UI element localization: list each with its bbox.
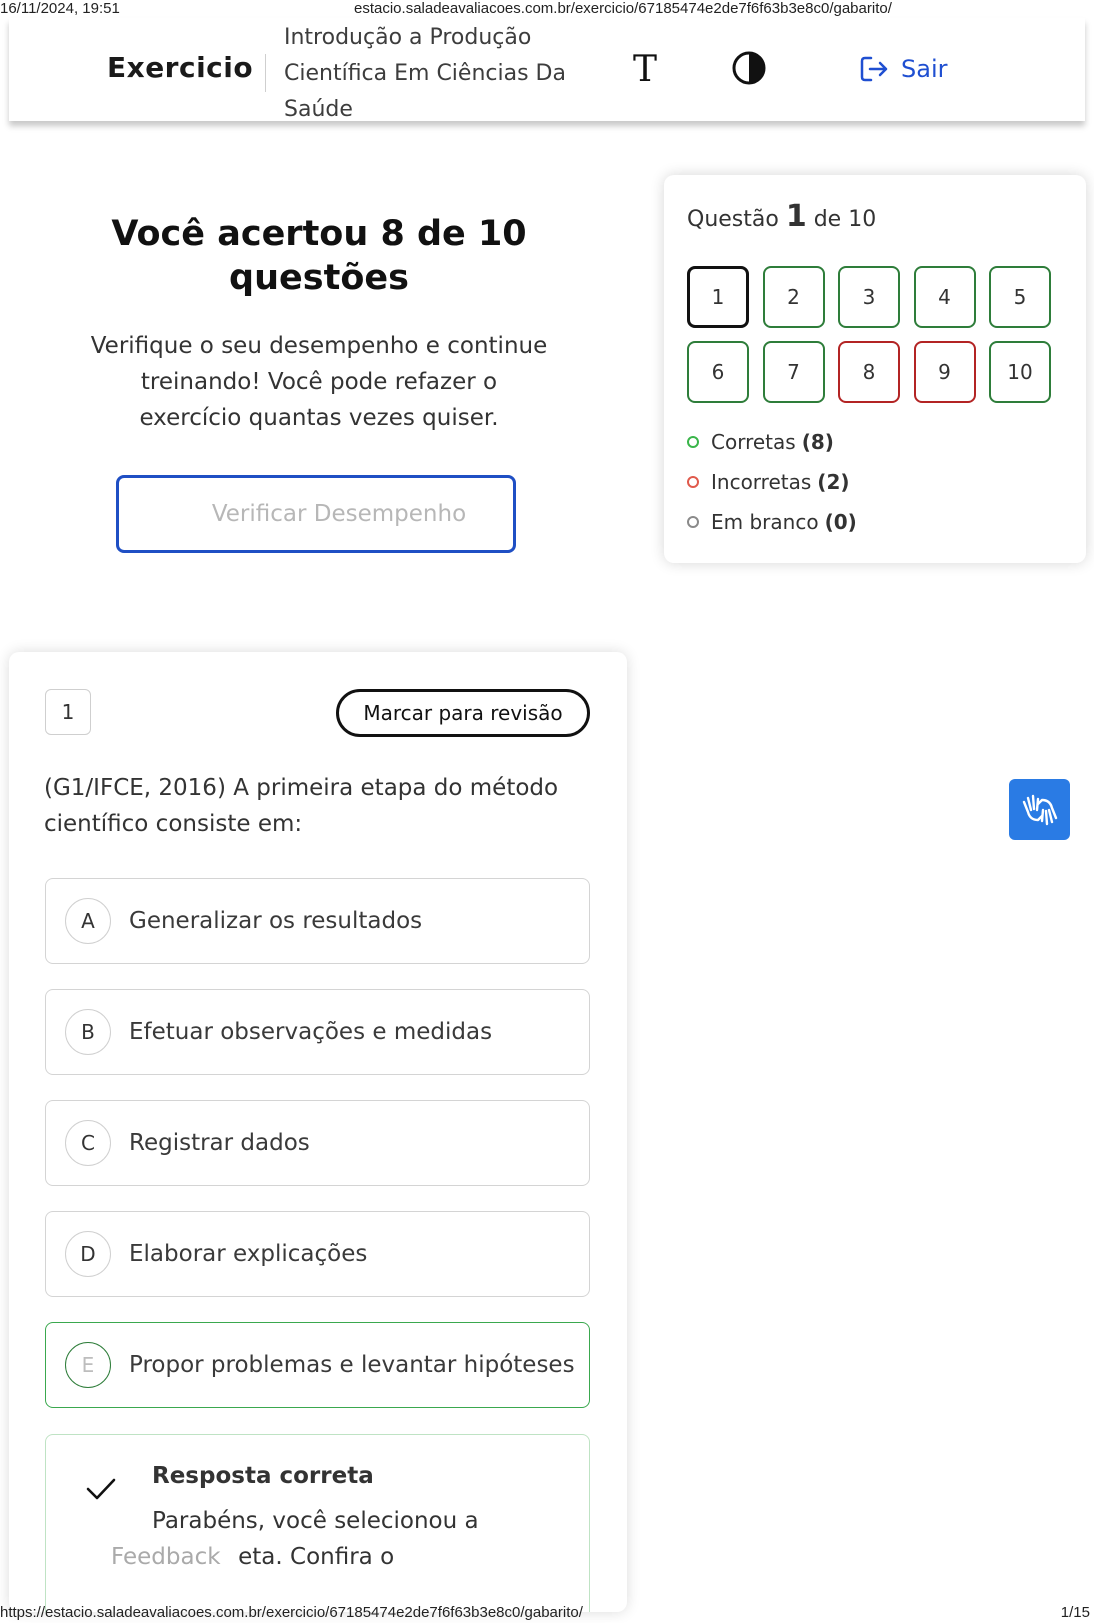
question-nav-button[interactable]: 7 xyxy=(762,341,825,403)
answer-option-c[interactable]: C Registrar dados xyxy=(45,1100,590,1186)
option-text: Registrar dados xyxy=(129,1130,310,1156)
answer-option-b[interactable]: B Efetuar observações e medidas xyxy=(45,989,590,1075)
navigator-prefix: Questão xyxy=(687,207,779,232)
print-page-number: 1/15 xyxy=(1060,1604,1090,1621)
question-nav-button[interactable]: 2 xyxy=(762,266,825,328)
option-text: Elaborar explicações xyxy=(129,1241,368,1267)
feedback-tab-label: Feedback xyxy=(111,1544,221,1570)
logout-label: Sair xyxy=(901,55,948,83)
option-text: Propor problemas e levantar hipóteses xyxy=(129,1352,575,1378)
legend-dot-icon xyxy=(687,476,699,488)
option-text: Efetuar observações e medidas xyxy=(129,1019,493,1045)
question-text: (G1/IFCE, 2016) A primeira etapa do méto… xyxy=(44,775,559,837)
mark-for-review-button[interactable]: Marcar para revisão xyxy=(336,689,590,737)
question-navigator: Questão 1 de 10 1 2 3 4 5 6 7 8 9 10 Corretas (8) I… xyxy=(664,175,1086,563)
navigator-suffix: de 10 xyxy=(813,207,877,232)
option-letter: D xyxy=(65,1231,111,1277)
option-letter: C xyxy=(65,1120,111,1166)
print-datetime: 16/11/2024, 19:51 xyxy=(0,0,120,17)
option-letter: B xyxy=(65,1009,111,1055)
answer-option-d[interactable]: D Elaborar explicações xyxy=(45,1211,590,1297)
option-letter: E xyxy=(65,1342,111,1388)
brand-title: Exercicio xyxy=(107,51,254,84)
navigator-title: Questão 1 de 10 xyxy=(687,199,876,234)
legend-item: Incorretas (2) xyxy=(687,470,850,494)
legend-label: Em branco xyxy=(711,510,819,534)
question-card: 1 Marcar para revisão (G1/IFCE, 2016) A … xyxy=(9,652,627,1612)
legend-item: Corretas (8) xyxy=(687,430,834,454)
result-title: Você acertou 8 de 10 questões xyxy=(111,214,527,298)
logout-button[interactable]: Sair xyxy=(859,54,947,84)
sign-language-button[interactable] xyxy=(1009,779,1070,840)
question-nav-button[interactable]: 1 xyxy=(687,266,749,328)
result-summary: Você acertou 8 de 10 questões Verifique … xyxy=(90,212,548,436)
navigator-current: 1 xyxy=(785,199,807,234)
question-nav-button[interactable]: 5 xyxy=(989,266,1051,328)
result-description: Verifique o seu desempenho e continue tr… xyxy=(90,333,548,431)
feedback-title: Resposta correta xyxy=(152,1463,374,1489)
legend-label: Corretas xyxy=(711,430,796,454)
course-title-line: Científica Em Ciências Da xyxy=(284,61,566,86)
print-header: 16/11/2024, 19:51 estacio.saladeavaliaco… xyxy=(0,0,1094,18)
option-letter: A xyxy=(65,898,111,944)
header-divider xyxy=(265,54,266,92)
verify-performance-button[interactable]: Verificar Desempenho xyxy=(116,475,516,553)
question-nav-button[interactable]: 6 xyxy=(687,341,749,403)
print-url: estacio.saladeavaliacoes.com.br/exercici… xyxy=(354,0,892,17)
legend-label: Incorretas xyxy=(711,470,812,494)
legend-dot-icon xyxy=(687,436,699,448)
course-title-line: Introdução a Produção xyxy=(284,25,532,50)
legend-count: (8) xyxy=(801,430,834,454)
question-number: 1 xyxy=(45,689,91,735)
top-header: Exercicio Introdução a Produção Científi… xyxy=(9,18,1085,122)
font-size-icon[interactable]: T xyxy=(633,52,657,88)
option-text: Generalizar os resultados xyxy=(129,908,423,934)
answer-option-e[interactable]: E Propor problemas e levantar hipóteses xyxy=(45,1322,590,1408)
logout-icon xyxy=(860,56,888,82)
answer-option-a[interactable]: A Generalizar os resultados xyxy=(45,878,590,964)
legend-count: (2) xyxy=(817,470,850,494)
check-icon xyxy=(86,1478,116,1500)
question-nav-button[interactable]: 10 xyxy=(989,341,1051,403)
contrast-icon[interactable] xyxy=(732,51,766,85)
legend-item: Em branco (0) xyxy=(687,510,857,534)
legend-count: (0) xyxy=(824,510,857,534)
question-nav-button[interactable]: 3 xyxy=(838,266,900,328)
legend-dot-icon xyxy=(687,516,699,528)
print-footer-url: https://estacio.saladeavaliacoes.com.br/… xyxy=(0,1604,583,1621)
course-title-line: Saúde xyxy=(284,97,353,122)
feedback-tab[interactable]: Feedback xyxy=(9,1532,627,1612)
print-footer: https://estacio.saladeavaliacoes.com.br/… xyxy=(0,1603,1094,1623)
question-nav-button[interactable]: 9 xyxy=(913,341,976,403)
question-nav-button[interactable]: 8 xyxy=(838,341,900,403)
question-nav-button[interactable]: 4 xyxy=(913,266,976,328)
course-title: Introdução a Produção Científica Em Ciên… xyxy=(284,20,594,128)
sign-language-hands-icon xyxy=(1022,794,1057,825)
